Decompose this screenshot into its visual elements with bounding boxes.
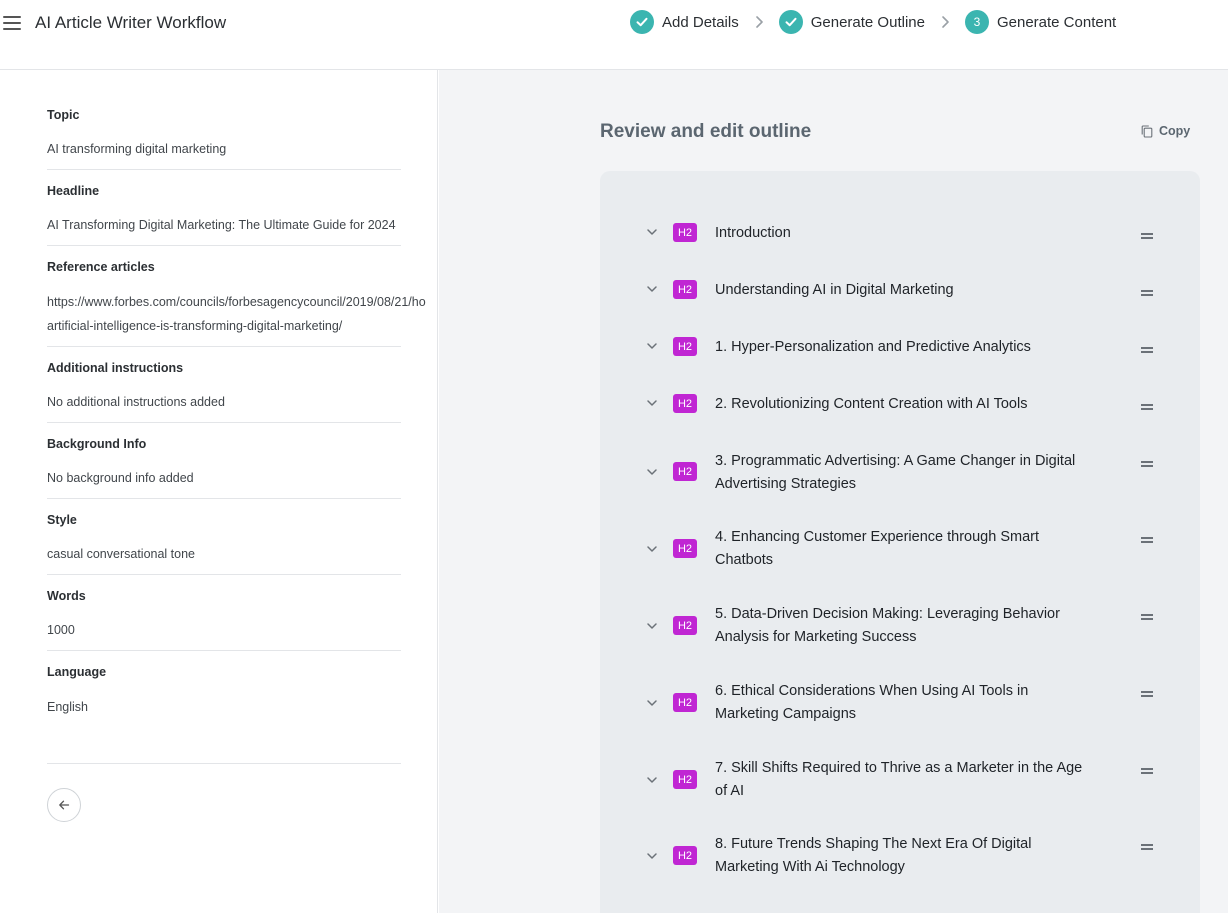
field-value: AI Transforming Digital Marketing: The U… (47, 218, 396, 232)
h2-badge: H2 (673, 770, 697, 789)
field-reference-articles: Reference articles https://www.forbes.co… (47, 260, 437, 338)
drag-handle-icon[interactable] (1141, 768, 1153, 774)
step-label: Generate Content (996, 13, 1117, 31)
back-button[interactable] (47, 788, 81, 822)
outline-item-text[interactable]: Introduction (715, 222, 1095, 245)
h2-badge: H2 (673, 539, 697, 558)
divider (47, 498, 401, 499)
drag-handle-icon[interactable] (1141, 537, 1153, 543)
outline-item-text[interactable]: 7. Skill Shifts Required to Thrive as a … (715, 757, 1095, 802)
divider (47, 422, 401, 423)
outline-item-text[interactable]: 6. Ethical Considerations When Using AI … (715, 680, 1095, 725)
field-label: Background Info (47, 437, 147, 451)
step-generate-content[interactable]: 3 Generate Content (964, 10, 1117, 34)
field-label: Topic (47, 108, 80, 122)
outline-item-text[interactable]: 3. Programmatic Advertising: A Game Chan… (715, 450, 1095, 495)
h2-badge: H2 (673, 616, 697, 635)
h2-badge: H2 (673, 337, 697, 356)
field-value: casual conversational tone (47, 547, 196, 561)
chevron-down-icon[interactable] (646, 468, 658, 476)
field-label: Style (47, 513, 77, 527)
outline-panel: Review and edit outline Copy H2 Introduc… (439, 70, 1228, 913)
step-label: Generate Outline (810, 13, 925, 31)
chevron-down-icon[interactable] (646, 228, 658, 236)
top-header: AI Article Writer Workflow Add Details G… (0, 0, 1228, 70)
step-generate-outline[interactable]: Generate Outline (778, 10, 925, 34)
field-label: Language (47, 665, 107, 679)
chevron-down-icon[interactable] (646, 852, 658, 860)
chevron-down-icon[interactable] (646, 699, 658, 707)
divider (47, 245, 401, 246)
app-title: AI Article Writer Workflow (35, 13, 227, 32)
outline-item-text[interactable]: 5. Data-Driven Decision Making: Leveragi… (715, 603, 1095, 648)
check-icon (778, 10, 803, 34)
field-label: Additional instructions (47, 361, 184, 375)
drag-handle-icon[interactable] (1141, 461, 1153, 467)
field-additional-instructions: Additional instructions No additional in… (47, 361, 401, 414)
chevron-down-icon[interactable] (646, 285, 658, 293)
link-line: https://www.forbes.com/councils/forbesag… (47, 295, 426, 309)
field-label: Reference articles (47, 260, 155, 274)
field-label: Headline (47, 184, 100, 198)
details-panel: Topic AI transforming digital marketing … (0, 70, 438, 913)
field-value: No background info added (47, 471, 194, 485)
field-headline: Headline AI Transforming Digital Marketi… (47, 184, 401, 237)
divider (47, 650, 401, 651)
step-add-details[interactable]: Add Details (630, 10, 739, 34)
workflow-stepper: Add Details Generate Outline 3 Generate … (630, 9, 1116, 35)
field-value: English (47, 700, 88, 714)
link-line: artificial-intelligence-is-transforming-… (47, 319, 343, 333)
arrow-left-icon (59, 800, 70, 810)
outline-item-text[interactable]: 8. Future Trends Shaping The Next Era Of… (715, 833, 1095, 878)
outline-item-text[interactable]: 2. Revolutionizing Content Creation with… (715, 393, 1095, 416)
divider (47, 574, 401, 575)
h2-badge: H2 (673, 846, 697, 865)
divider (47, 763, 401, 764)
copy-icon (1141, 124, 1153, 138)
outline-item-text[interactable]: Understanding AI in Digital Marketing (715, 279, 1095, 302)
outline-list: H2 Introduction H2 Understanding AI in D… (600, 171, 1200, 913)
outline-title: Review and edit outline (600, 121, 812, 142)
h2-badge: H2 (673, 462, 697, 481)
divider (47, 346, 401, 347)
chevron-down-icon[interactable] (646, 342, 658, 350)
drag-handle-icon[interactable] (1141, 290, 1153, 296)
drag-handle-icon[interactable] (1141, 404, 1153, 410)
drag-handle-icon[interactable] (1141, 844, 1153, 850)
field-topic: Topic AI transforming digital marketing (47, 108, 401, 161)
check-icon (630, 10, 654, 34)
chevron-down-icon[interactable] (646, 776, 658, 784)
field-style: Style casual conversational tone (47, 513, 401, 566)
copy-button[interactable]: Copy (1141, 124, 1190, 138)
copy-label: Copy (1159, 124, 1191, 138)
chevron-down-icon[interactable] (646, 622, 658, 630)
field-language: Language English (47, 665, 401, 719)
field-value: 1000 (47, 623, 75, 637)
field-label: Words (47, 589, 86, 603)
h2-badge: H2 (673, 223, 697, 242)
step-number: 3 (964, 10, 989, 34)
chevron-right-icon (925, 15, 965, 29)
divider (47, 169, 401, 170)
h2-badge: H2 (673, 693, 697, 712)
outline-item-text[interactable]: 1. Hyper-Personalization and Predictive … (715, 336, 1095, 359)
field-value: AI transforming digital marketing (47, 142, 227, 156)
drag-handle-icon[interactable] (1141, 614, 1153, 620)
chevron-down-icon[interactable] (646, 545, 658, 553)
chevron-down-icon[interactable] (646, 399, 658, 407)
h2-badge: H2 (673, 394, 697, 413)
h2-badge: H2 (673, 280, 697, 299)
hamburger-menu-icon[interactable] (3, 16, 21, 30)
field-value: No additional instructions added (47, 395, 225, 409)
drag-handle-icon[interactable] (1141, 691, 1153, 697)
chevron-right-icon (739, 15, 779, 29)
field-words: Words 1000 (47, 589, 401, 642)
outline-item-text[interactable]: 4. Enhancing Customer Experience through… (715, 526, 1095, 571)
drag-handle-icon[interactable] (1141, 233, 1153, 239)
reference-article-link[interactable]: https://www.forbes.com/councils/forbesag… (47, 290, 437, 338)
field-background-info: Background Info No background info added (47, 437, 401, 490)
drag-handle-icon[interactable] (1141, 347, 1153, 353)
step-label: Add Details (662, 13, 739, 31)
